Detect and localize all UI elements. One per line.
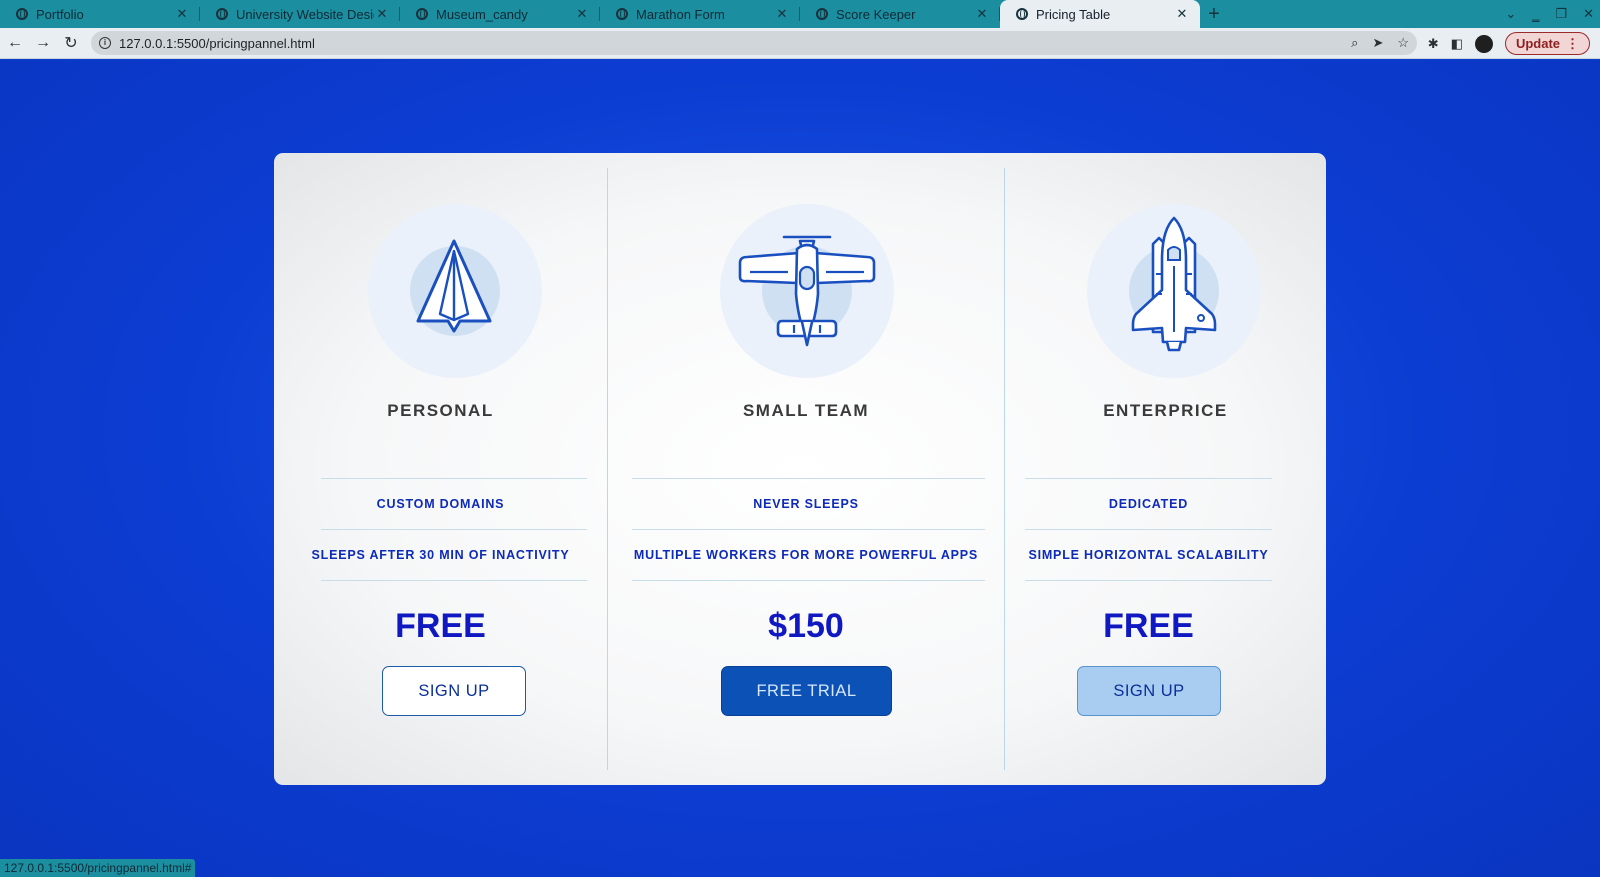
plan-name: ENTERPRICE [1103, 401, 1228, 420]
plan-price: $150 [768, 607, 844, 645]
plan-icon-circle [1087, 204, 1261, 378]
paper-plane-icon [416, 239, 492, 333]
plan-card-small-team: SMALL TEAM NEVER SLEEPS MULTIPLE WORKERS… [608, 153, 1004, 785]
restore-icon[interactable]: ❐ [1555, 6, 1567, 22]
bookmark-star-icon[interactable]: ☆ [1397, 35, 1409, 51]
plan-feature: SLEEPS AFTER 30 MIN OF INACTIVITY [311, 548, 570, 562]
globe-icon [16, 8, 28, 20]
page-background: PERSONAL CUSTOM DOMAINS SLEEPS AFTER 30 … [0, 60, 1600, 877]
plan-card-personal: PERSONAL CUSTOM DOMAINS SLEEPS AFTER 30 … [274, 153, 607, 785]
browser-toolbar: ← → ↻ i 127.0.0.1:5500/pricingpannel.htm… [0, 28, 1600, 59]
plan-feature: CUSTOM DOMAINS [376, 497, 505, 511]
pricing-panel: PERSONAL CUSTOM DOMAINS SLEEPS AFTER 30 … [274, 153, 1326, 785]
divider [1025, 580, 1272, 581]
reload-icon[interactable]: ↻ [58, 30, 84, 56]
globe-icon [816, 8, 828, 20]
tab-university-website-design[interactable]: University Website Design ✕ [200, 0, 400, 28]
close-icon[interactable]: ✕ [574, 6, 590, 22]
plan-price: FREE [395, 607, 486, 645]
close-window-icon[interactable]: ✕ [1583, 6, 1594, 22]
plan-icon-circle [368, 204, 542, 378]
globe-icon [1016, 8, 1028, 20]
tab-strip: Portfolio ✕ University Website Design ✕ … [0, 0, 1600, 28]
plan-card-enterprice: ENTERPRICE DEDICATED SIMPLE HORIZONTAL S… [1005, 153, 1326, 785]
globe-icon [616, 8, 628, 20]
tab-pricing-table[interactable]: Pricing Table ✕ [1000, 0, 1200, 28]
status-bar-url: 127.0.0.1:5500/pricingpannel.html# [0, 859, 196, 877]
site-info-icon[interactable]: i [99, 37, 111, 49]
toolbar-right: ✱ ◧ Update ⋮ [1428, 31, 1590, 56]
send-icon[interactable]: ➤ [1372, 35, 1383, 51]
divider [632, 478, 985, 479]
sign-up-button[interactable]: SIGN UP [1077, 666, 1221, 716]
space-shuttle-icon [1131, 216, 1217, 352]
globe-icon [216, 8, 228, 20]
update-label: Update [1515, 36, 1560, 51]
plan-feature: NEVER SLEEPS [753, 497, 859, 511]
divider [1025, 478, 1272, 479]
close-icon[interactable]: ✕ [1174, 6, 1190, 22]
close-icon[interactable]: ✕ [174, 6, 190, 22]
zoom-icon[interactable]: ⌕ [1351, 35, 1358, 51]
address-bar[interactable]: i 127.0.0.1:5500/pricingpannel.html ⌕ ➤ … [91, 31, 1417, 55]
back-icon[interactable]: ← [2, 30, 28, 56]
new-tab-button[interactable]: + [1200, 0, 1228, 28]
plan-price: FREE [1103, 607, 1194, 645]
tab-search-icon[interactable]: ⌄ [1505, 6, 1516, 22]
tab-score-keeper[interactable]: Score Keeper ✕ [800, 0, 1000, 28]
free-trial-button[interactable]: FREE TRIAL [721, 666, 892, 716]
profile-avatar[interactable] [1474, 34, 1493, 53]
close-icon[interactable]: ✕ [374, 6, 390, 22]
plan-feature: MULTIPLE WORKERS FOR MORE POWERFUL APPS [633, 548, 979, 562]
plan-name: SMALL TEAM [742, 401, 870, 420]
extensions-icon[interactable]: ✱ [1428, 36, 1439, 52]
airplane-icon [738, 235, 876, 347]
plan-feature: DEDICATED [1108, 497, 1189, 511]
tab-title: Pricing Table [1036, 6, 1111, 22]
plan-feature: SIMPLE HORIZONTAL SCALABILITY [1028, 548, 1269, 562]
divider [321, 580, 587, 581]
tab-title: Marathon Form [636, 6, 725, 22]
tab-title: Score Keeper [836, 6, 916, 22]
tab-museum-candy[interactable]: Museum_candy ✕ [400, 0, 600, 28]
tab-marathon-form[interactable]: Marathon Form ✕ [600, 0, 800, 28]
divider [632, 580, 985, 581]
tab-title: Museum_candy [436, 6, 528, 22]
divider [321, 529, 587, 530]
side-panel-icon[interactable]: ◧ [1451, 36, 1463, 52]
window-controls: ⌄ ‗ ❐ ✕ [1505, 0, 1594, 28]
divider [1025, 529, 1272, 530]
update-button[interactable]: Update ⋮ [1504, 32, 1590, 55]
divider [321, 478, 587, 479]
minimize-icon[interactable]: ‗ [1532, 7, 1539, 22]
close-icon[interactable]: ✕ [774, 6, 790, 22]
menu-dots-icon: ⋮ [1566, 35, 1579, 51]
forward-icon[interactable]: → [30, 30, 56, 56]
tab-title: Portfolio [36, 6, 84, 22]
plan-name: PERSONAL [387, 401, 494, 420]
divider [632, 529, 985, 530]
omnibox-actions: ⌕ ➤ ☆ [1351, 31, 1409, 55]
tab-title: University Website Design [236, 6, 374, 22]
plan-icon-circle [720, 204, 894, 378]
tab-portfolio[interactable]: Portfolio ✕ [0, 0, 200, 28]
globe-icon [416, 8, 428, 20]
close-icon[interactable]: ✕ [974, 6, 990, 22]
sign-up-button[interactable]: SIGN UP [382, 666, 526, 716]
url-text[interactable]: 127.0.0.1:5500/pricingpannel.html [119, 36, 315, 51]
